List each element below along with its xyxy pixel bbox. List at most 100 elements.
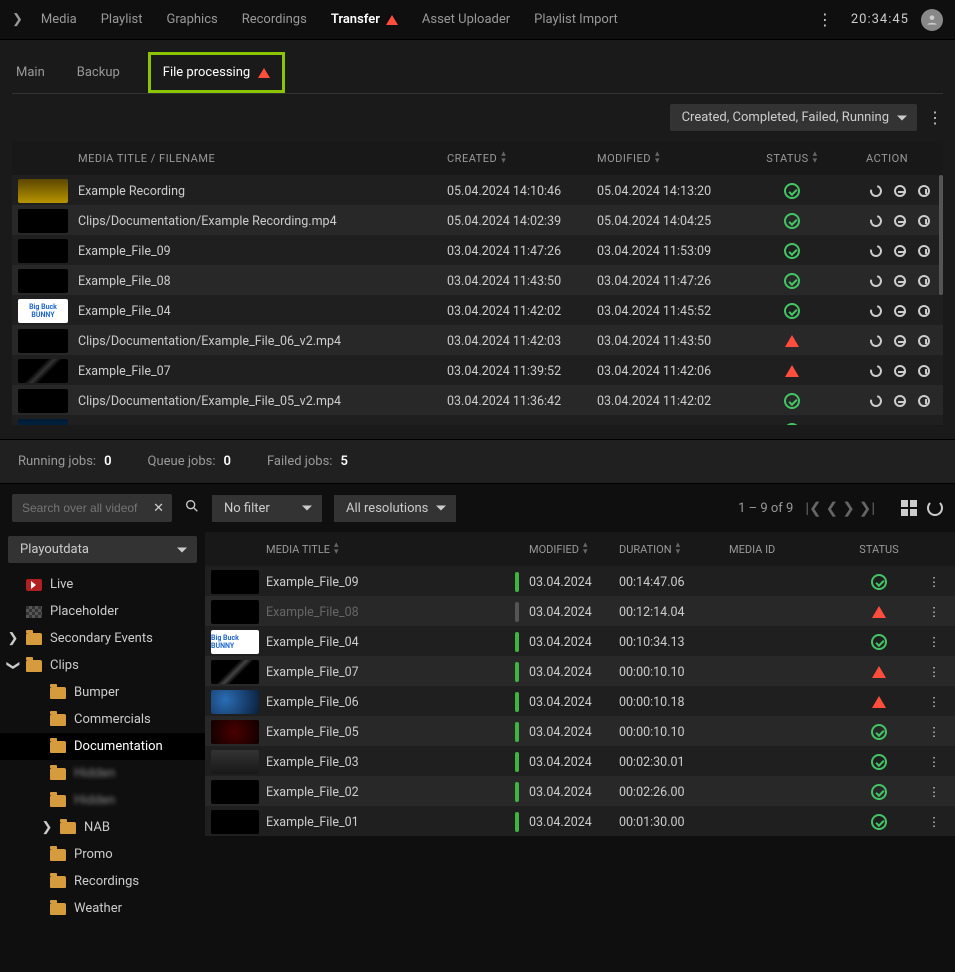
retry-icon[interactable] [867,392,885,410]
retry-icon[interactable] [867,182,885,200]
row-menu-icon[interactable]: ⋮ [919,634,949,650]
job-row[interactable]: Example Recording05.04.2024 14:10:4605.0… [12,175,943,205]
cancel-icon[interactable] [891,212,909,230]
media-row[interactable]: Example_File_0103.04.202400:01:30.00⋮ [205,806,955,836]
page-prev-icon[interactable]: ❮ [826,499,839,517]
nav-playlist[interactable]: Playlist [101,12,143,27]
nav-playlist-import[interactable]: Playlist Import [534,12,618,27]
tree-item-documentation[interactable]: Documentation [0,733,205,760]
search-icon[interactable] [184,498,200,518]
filter-more-icon[interactable]: ⋮ [927,108,943,127]
history-icon[interactable] [915,302,933,320]
row-menu-icon[interactable]: ⋮ [919,784,949,800]
media-row[interactable]: Example_File_0503.04.202400:00:10.10⋮ [205,716,955,746]
nav-recordings[interactable]: Recordings [242,12,307,27]
mcol-status[interactable]: STATUS [839,543,919,556]
tree-item-blur2[interactable]: Hidden [0,787,205,814]
cancel-icon[interactable] [891,362,909,380]
media-row[interactable]: Example_File_0603.04.202400:00:10.18⋮ [205,686,955,716]
media-row[interactable]: Big Buck BUNNYExample_File_0403.04.20240… [205,626,955,656]
tab-file-processing[interactable]: File processing [148,52,285,93]
search-box[interactable]: ✕ [12,494,172,522]
row-menu-icon[interactable]: ⋮ [919,754,949,770]
mcol-modified[interactable]: MODIFIED▴▾ [529,542,619,556]
tree-item-recordings[interactable]: Recordings [0,868,205,895]
mcol-mediaid[interactable]: MEDIA ID [729,543,839,556]
tree-item-promo[interactable]: Promo [0,841,205,868]
resolution-dropdown[interactable]: All resolutions [334,495,456,522]
tree-item-bumper[interactable]: Bumper [0,679,205,706]
col-created[interactable]: CREATED▴▾ [447,151,597,165]
tree-item-commercials[interactable]: Commercials [0,706,205,733]
media-row[interactable]: Example_File_0903.04.202400:14:47.06⋮ [205,566,955,596]
cancel-icon[interactable] [891,182,909,200]
tab-main[interactable]: Main [12,52,49,93]
nav-media[interactable]: Media [41,12,77,27]
media-row[interactable]: Example_File_0703.04.202400:00:10.10⋮ [205,656,955,686]
tree-item-weather[interactable]: Weather [0,895,205,922]
job-row[interactable]: Big Buck BUNNYExample_File_0403.04.2024 … [12,295,943,325]
grid-view-icon[interactable] [901,500,917,516]
media-row[interactable]: Example_File_0803.04.202400:12:14.04⋮ [205,596,955,626]
storage-dropdown[interactable]: Playoutdata [8,536,197,563]
more-vert-icon[interactable]: ⋮ [817,10,833,29]
row-menu-icon[interactable]: ⋮ [919,814,949,830]
row-menu-icon[interactable]: ⋮ [919,664,949,680]
chevron-down-icon[interactable]: ❯ [6,661,21,671]
nav-asset-uploader[interactable]: Asset Uploader [422,12,510,27]
filter-dropdown[interactable]: No filter [212,495,322,522]
page-last-icon[interactable]: ❯| [859,499,875,517]
history-icon[interactable] [915,392,933,410]
retry-icon[interactable] [867,242,885,260]
nav-transfer[interactable]: Transfer [331,12,398,27]
nav-graphics[interactable]: Graphics [167,12,218,27]
job-row[interactable]: Clips/Documentation/Example_File_06_v2.m… [12,325,943,355]
chevron-right-icon[interactable]: ❯ [42,820,52,835]
history-icon[interactable] [915,422,933,425]
row-menu-icon[interactable]: ⋮ [919,724,949,740]
row-menu-icon[interactable]: ⋮ [919,604,949,620]
cancel-icon[interactable] [891,332,909,350]
history-icon[interactable] [915,212,933,230]
retry-icon[interactable] [867,272,885,290]
tree-clips[interactable]: ❯Clips [0,652,205,679]
page-first-icon[interactable]: |❮ [805,499,821,517]
job-row[interactable]: Clips/Documentation/Example_File_05_v2.m… [12,385,943,415]
history-icon[interactable] [915,332,933,350]
job-row[interactable]: Example_File_0903.04.2024 11:47:2603.04.… [12,235,943,265]
chevron-right-icon[interactable]: ❯ [8,631,18,646]
clear-search-icon[interactable]: ✕ [153,501,164,516]
retry-icon[interactable] [867,332,885,350]
status-filter-dropdown[interactable]: Created, Completed, Failed, Running [670,104,917,131]
history-icon[interactable] [915,272,933,290]
search-input[interactable] [20,500,140,516]
retry-icon[interactable] [867,302,885,320]
page-next-icon[interactable]: ❯ [842,499,855,517]
tree-placeholder[interactable]: Placeholder [0,598,205,625]
job-row[interactable]: Clips/Documentation/Example Recording.mp… [12,205,943,235]
retry-icon[interactable] [867,422,885,425]
refresh-icon[interactable] [927,500,943,516]
col-status[interactable]: STATUS▴▾ [747,151,837,165]
row-menu-icon[interactable]: ⋮ [919,574,949,590]
tab-backup[interactable]: Backup [73,52,124,93]
job-row[interactable]: Example_File_0703.04.2024 11:39:5203.04.… [12,355,943,385]
nav-expand-icon[interactable]: ❯ [12,12,23,27]
scrollbar[interactable] [939,175,943,295]
history-icon[interactable] [915,182,933,200]
row-menu-icon[interactable]: ⋮ [919,694,949,710]
tree-secondary-events[interactable]: ❯Secondary Events [0,625,205,652]
user-avatar-icon[interactable] [921,9,943,31]
retry-icon[interactable] [867,212,885,230]
tree-live[interactable]: Live [0,571,205,598]
cancel-icon[interactable] [891,302,909,320]
mcol-duration[interactable]: DURATION▴▾ [619,542,729,556]
retry-icon[interactable] [867,362,885,380]
cancel-icon[interactable] [891,422,909,425]
job-row[interactable]: Example_File_0803.04.2024 11:43:5003.04.… [12,265,943,295]
media-row[interactable]: Example_File_0203.04.202400:02:26.00⋮ [205,776,955,806]
media-row[interactable]: Example_File_0303.04.202400:02:30.01⋮ [205,746,955,776]
col-modified[interactable]: MODIFIED▴▾ [597,151,747,165]
job-row[interactable]: Example_File_0303.04.2024 11:35:5403.04.… [12,415,943,425]
cancel-icon[interactable] [891,242,909,260]
